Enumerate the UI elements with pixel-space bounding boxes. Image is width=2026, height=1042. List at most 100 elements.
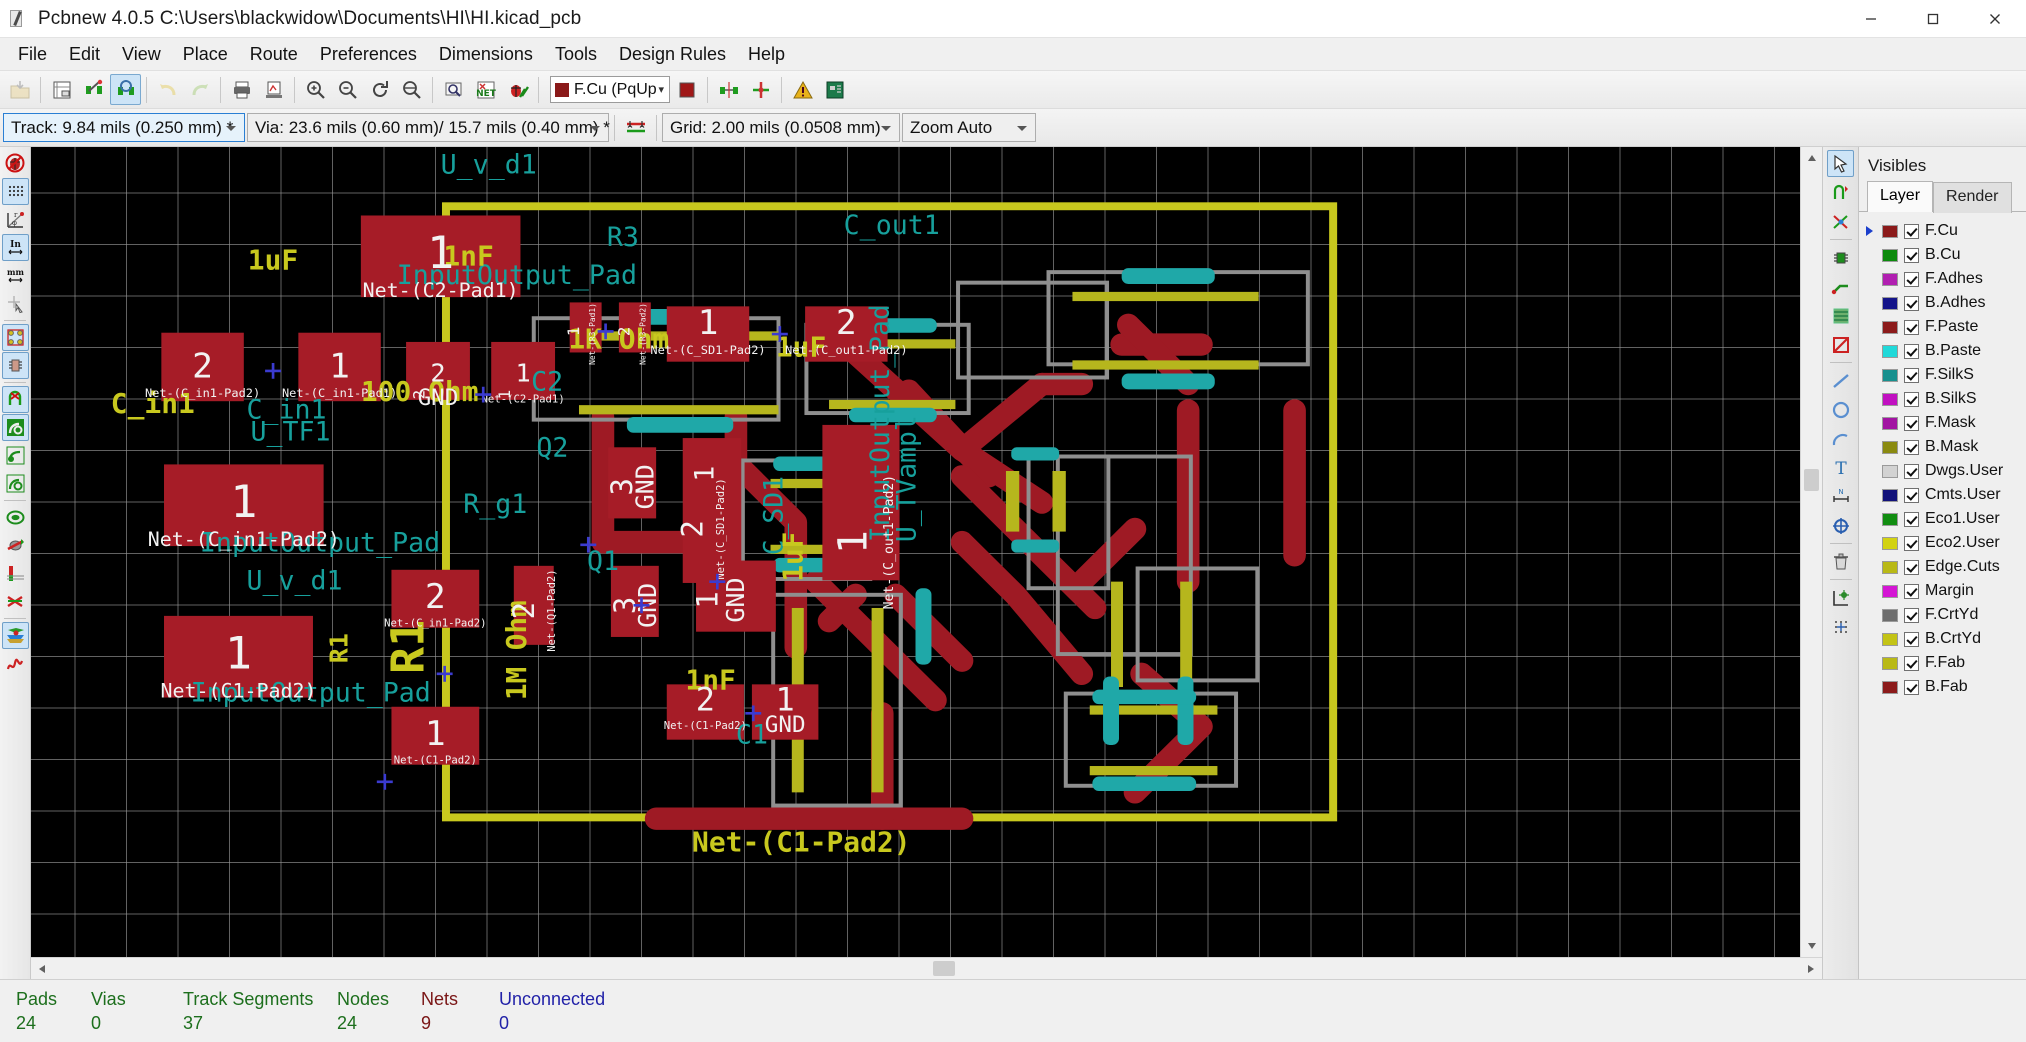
zoom-in-icon[interactable] [300,74,331,105]
module-viewer-icon[interactable] [110,74,141,105]
arrow-cursor-icon[interactable] [1827,150,1854,177]
add-text-icon[interactable]: T [1827,454,1854,481]
scroll-up-button[interactable] [1801,147,1822,169]
layer-color-swatch[interactable] [1882,296,1898,310]
modules-sketch-icon[interactable] [1,352,29,379]
zoom-level-combo[interactable]: Zoom Auto [902,113,1036,142]
module-editor-icon[interactable] [78,74,109,105]
layer-row-eco2-user[interactable]: Eco2.User [1859,531,2026,555]
printer-icon[interactable] [226,74,257,105]
layer-visibility-checkbox[interactable] [1904,295,1919,311]
layer-row-margin[interactable]: Margin [1859,579,2026,603]
tracks-filled-icon[interactable] [1,414,29,441]
add-keepout-icon[interactable] [1827,331,1854,358]
design-rules-icon[interactable] [713,74,744,105]
add-footprint-icon[interactable] [1827,244,1854,271]
board-3d-icon[interactable] [819,74,850,105]
layer-row-b-crtyd[interactable]: B.CrtYd [1859,627,2026,651]
layer-row-b-paste[interactable]: B.Paste [1859,339,2026,363]
layer-row-f-adhes[interactable]: F.Adhes [1859,267,2026,291]
grid-origin-icon[interactable] [1827,613,1854,640]
menu-preferences[interactable]: Preferences [309,41,428,67]
zones-none-icon[interactable] [2,560,29,587]
add-dimension-icon[interactable]: N [1827,483,1854,510]
layer-color-swatch[interactable] [1882,512,1898,526]
zoom-fit-icon[interactable] [396,74,427,105]
menu-dimensions[interactable]: Dimensions [428,41,544,67]
tab-layer[interactable]: Layer [1867,181,1934,212]
track-width-combo[interactable]: Track: 9.84 mils (0.250 mm) * [3,113,245,142]
layer-visibility-checkbox[interactable] [1904,415,1919,431]
menu-place[interactable]: Place [172,41,239,67]
layer-row-eco1-user[interactable]: Eco1.User [1859,507,2026,531]
layer-visibility-checkbox[interactable] [1904,607,1919,623]
color-swatch-icon[interactable] [671,74,702,105]
high-contrast-icon[interactable] [2,470,29,497]
maximize-button[interactable] [1902,0,1964,37]
layer-color-swatch[interactable] [1882,368,1898,382]
menu-edit[interactable]: Edit [58,41,111,67]
layer-visibility-checkbox[interactable] [1904,511,1919,527]
layer-row-f-cu[interactable]: F.Cu [1859,219,2026,243]
layer-row-edge-cuts[interactable]: Edge.Cuts [1859,555,2026,579]
magnifier-icon[interactable] [438,74,469,105]
scroll-left-button[interactable] [31,958,53,979]
scroll-right-button[interactable] [1800,958,1822,979]
vias-sketch-icon[interactable] [2,442,29,469]
open-folder-icon[interactable] [4,74,35,105]
highlight-net-icon[interactable] [1827,179,1854,206]
add-track-icon[interactable] [1827,273,1854,300]
layer-visibility-checkbox[interactable] [1904,535,1919,551]
minimize-button[interactable] [1840,0,1902,37]
layer-color-swatch[interactable] [1882,608,1898,622]
layer-visibility-checkbox[interactable] [1904,367,1919,383]
layers-hide-icon[interactable] [2,588,29,615]
layer-row-b-silks[interactable]: B.SilkS [1859,387,2026,411]
layer-row-b-mask[interactable]: B.Mask [1859,435,2026,459]
inches-icon[interactable]: In [1,234,29,261]
layer-visibility-checkbox[interactable] [1904,631,1919,647]
polar-coords-icon[interactable]: rφ [2,206,29,233]
horizontal-scroll-track[interactable] [53,958,1800,979]
layer-color-swatch[interactable] [1882,440,1898,454]
layer-visibility-checkbox[interactable] [1904,487,1919,503]
menu-view[interactable]: View [111,41,172,67]
layer-visibility-checkbox[interactable] [1904,463,1919,479]
layer-color-swatch[interactable] [1882,464,1898,478]
layer-color-swatch[interactable] [1882,584,1898,598]
refresh-icon[interactable] [364,74,395,105]
menu-help[interactable]: Help [737,41,796,67]
mode-track-icon[interactable] [745,74,776,105]
zoom-out-icon[interactable] [332,74,363,105]
scroll-down-button[interactable] [1801,935,1822,957]
add-line-icon[interactable] [1827,367,1854,394]
set-origin-icon[interactable] [1827,584,1854,611]
layer-visibility-checkbox[interactable] [1904,679,1919,695]
auto-track-width-icon[interactable] [620,112,651,143]
menu-route[interactable]: Route [239,41,309,67]
via-size-combo[interactable]: Via: 23.6 mils (0.60 mm)/ 15.7 mils (0.4… [247,113,610,142]
close-button[interactable] [1964,0,2026,37]
drc-bug-icon[interactable] [502,74,533,105]
grid-size-combo[interactable]: Grid: 2.00 mils (0.0508 mm) [662,113,900,142]
layer-color-swatch[interactable] [1882,272,1898,286]
layer-row-f-crtyd[interactable]: F.CrtYd [1859,603,2026,627]
layer-row-f-silks[interactable]: F.SilkS [1859,363,2026,387]
layer-visibility-checkbox[interactable] [1904,583,1919,599]
layer-row-b-fab[interactable]: B.Fab [1859,675,2026,699]
layer-color-swatch[interactable] [1882,392,1898,406]
layer-row-cmts-user[interactable]: Cmts.User [1859,483,2026,507]
layer-row-f-fab[interactable]: F.Fab [1859,651,2026,675]
zones-outline-icon[interactable] [2,532,29,559]
layers-stack-icon[interactable] [1,622,29,649]
layer-color-swatch[interactable] [1882,248,1898,262]
microwave-icon[interactable] [2,650,29,677]
zones-filled-icon[interactable] [2,504,29,531]
page-settings-icon[interactable] [46,74,77,105]
layer-row-dwgs-user[interactable]: Dwgs.User [1859,459,2026,483]
layer-row-b-adhes[interactable]: B.Adhes [1859,291,2026,315]
layer-color-swatch[interactable] [1882,560,1898,574]
menu-file[interactable]: File [7,41,58,67]
layer-visibility-checkbox[interactable] [1904,559,1919,575]
local-ratsnest-icon[interactable] [1827,208,1854,235]
